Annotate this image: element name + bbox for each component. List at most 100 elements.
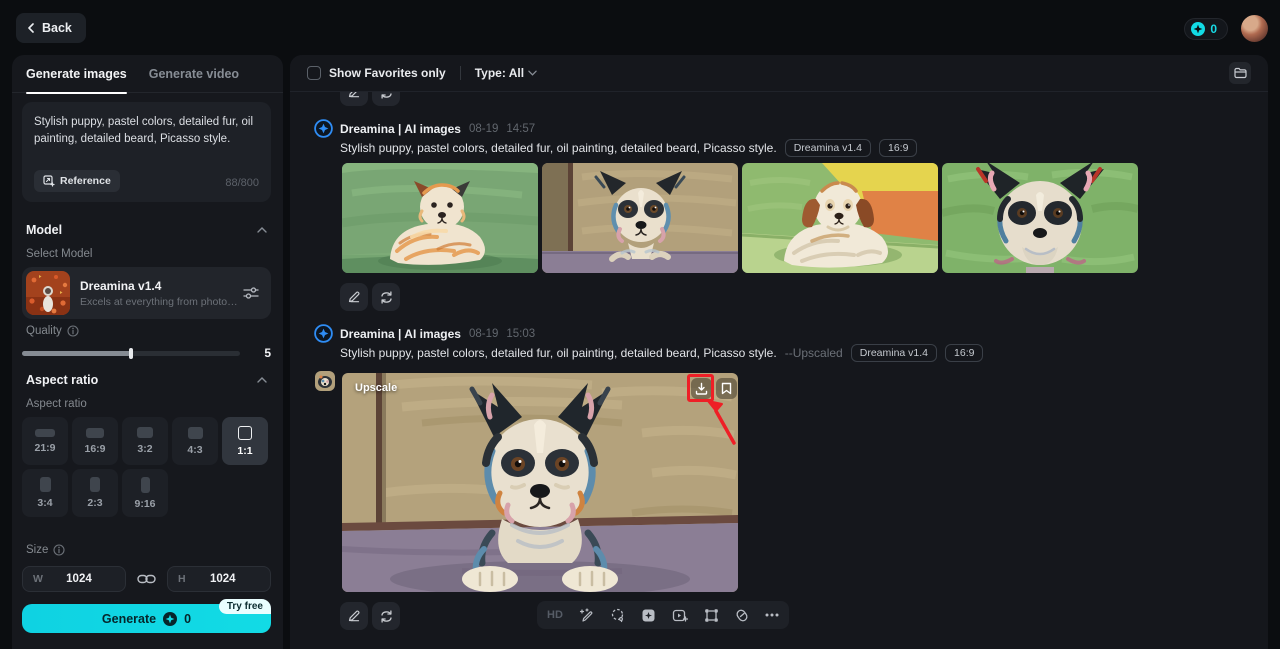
link-icon[interactable] — [126, 572, 167, 586]
ratio-3-4[interactable]: 3:4 — [22, 469, 68, 517]
quality-slider[interactable] — [22, 347, 240, 359]
upscale-overlay-label: Upscale — [355, 382, 398, 394]
attach-button[interactable] — [735, 608, 749, 623]
info-icon[interactable] — [53, 544, 65, 556]
entry-2-header: Dreamina | AI images 08-19 15:03 — [340, 327, 535, 341]
upscaled-image[interactable] — [342, 373, 738, 592]
favorites-label: Show Favorites only — [329, 66, 446, 80]
height-label: H — [178, 573, 186, 585]
bookmark-icon — [721, 382, 732, 395]
select-model-label: Select Model — [26, 248, 93, 260]
bookmark-button[interactable] — [716, 378, 737, 399]
more-dots-icon — [765, 613, 779, 617]
edit-pencil-icon — [348, 291, 360, 303]
quality-slider-handle[interactable] — [129, 347, 133, 359]
ratio-badge[interactable]: 16:9 — [945, 344, 984, 362]
ratio-3-2[interactable]: 3:2 — [122, 417, 168, 465]
model-badge[interactable]: Dreamina v1.4 — [850, 344, 938, 362]
type-dropdown[interactable]: Type: All — [475, 66, 537, 80]
magic-pencil-icon — [579, 607, 593, 622]
lasso-select-button[interactable] — [610, 608, 625, 623]
model-section-header: Model — [26, 223, 271, 237]
sidebar: Generate images Generate video Stylish p… — [12, 55, 283, 649]
generated-image-4[interactable] — [942, 163, 1138, 273]
paperclip-icon — [736, 609, 748, 621]
ratio-9-16[interactable]: 9:16 — [122, 469, 168, 517]
generation-feed: Dreamina | AI images 08-19 14:57 Stylish… — [290, 92, 1268, 649]
edit-pencil-icon — [348, 610, 360, 622]
retouch-button[interactable] — [579, 607, 594, 623]
entry-prompt-text: Stylish puppy, pastel colors, detailed f… — [340, 346, 777, 360]
edit-button[interactable] — [340, 283, 368, 311]
asset-panel-button[interactable] — [1229, 62, 1251, 84]
generated-image-2[interactable] — [542, 163, 738, 273]
prompt-box[interactable]: Stylish puppy, pastel colors, detailed f… — [22, 102, 271, 202]
credits-pill[interactable]: 0 — [1184, 18, 1228, 40]
tab-generate-video[interactable]: Generate video — [149, 55, 239, 93]
regenerate-button-clipped[interactable] — [372, 92, 400, 106]
prompt-text[interactable]: Stylish puppy, pastel colors, detailed f… — [34, 114, 259, 149]
entry-2-prompt-row: Stylish puppy, pastel colors, detailed f… — [340, 344, 984, 362]
edit-button-clipped[interactable] — [340, 92, 368, 106]
entry-source: Dreamina | AI images — [340, 327, 461, 341]
model-section-label: Model — [26, 223, 63, 237]
aspect-section-label: Aspect ratio — [26, 373, 99, 387]
edit-button-2[interactable] — [340, 602, 368, 630]
animate-button[interactable] — [672, 608, 688, 623]
info-icon[interactable] — [67, 325, 79, 337]
inpaint-icon — [642, 609, 655, 621]
back-button[interactable]: Back — [16, 13, 86, 43]
height-field[interactable]: H 1024 — [167, 566, 271, 592]
more-button[interactable] — [765, 613, 779, 617]
reference-button[interactable]: Reference — [34, 170, 120, 192]
model-thumbnail — [26, 271, 70, 315]
ratio-2-3[interactable]: 2:3 — [72, 469, 118, 517]
entry-source: Dreamina | AI images — [340, 122, 461, 136]
dreamina-logo-icon — [314, 119, 333, 138]
crop-expand-button[interactable] — [704, 608, 719, 623]
model-card[interactable]: Dreamina v1.4 Excels at everything from … — [22, 267, 271, 319]
coin-icon — [163, 611, 178, 626]
entry-1-header: Dreamina | AI images 08-19 14:57 — [340, 122, 535, 136]
entry-1-images — [342, 163, 1138, 273]
model-description: Excels at everything from photorealis... — [80, 295, 240, 308]
quality-slider-row: 5 — [22, 345, 271, 361]
hd-button[interactable]: HD — [547, 609, 563, 621]
chevron-up-icon[interactable] — [257, 227, 267, 233]
tab-generate-images[interactable]: Generate images — [26, 55, 127, 94]
chevron-up-icon[interactable] — [257, 377, 267, 383]
inpaint-button[interactable] — [641, 608, 656, 623]
animate-icon — [672, 609, 688, 622]
generate-button[interactable]: Generate 0 Try free — [22, 599, 271, 633]
favorites-checkbox[interactable] — [307, 66, 321, 80]
source-thumbnail[interactable] — [315, 371, 335, 391]
model-info: Dreamina v1.4 Excels at everything from … — [70, 279, 243, 308]
coin-icon — [1191, 22, 1206, 36]
reference-label: Reference — [60, 175, 111, 187]
download-button[interactable] — [691, 378, 712, 399]
ratio-4-3[interactable]: 4:3 — [172, 417, 218, 465]
ratio-badge[interactable]: 16:9 — [878, 139, 918, 157]
upscaled-image-wrap: Upscale — [342, 373, 738, 592]
width-field[interactable]: W 1024 — [22, 566, 126, 592]
ratio-16-9[interactable]: 16:9 — [72, 417, 118, 465]
avatar[interactable] — [1241, 15, 1268, 42]
ratio-21-9[interactable]: 21:9 — [22, 417, 68, 465]
generated-image-1[interactable] — [342, 163, 538, 273]
aspect-section-header: Aspect ratio — [26, 373, 271, 387]
back-label: Back — [42, 21, 72, 35]
ratio-1-1[interactable]: 1:1 — [222, 417, 268, 465]
download-icon — [695, 382, 708, 395]
regenerate-button-2[interactable] — [372, 602, 400, 630]
quality-value: 5 — [264, 346, 271, 360]
generated-image-3[interactable] — [742, 163, 938, 273]
generate-cost: 0 — [184, 611, 192, 626]
regenerate-button[interactable] — [372, 283, 400, 311]
model-badge[interactable]: Dreamina v1.4 — [784, 139, 871, 157]
chevron-left-icon — [28, 23, 34, 33]
try-free-badge: Try free — [218, 599, 271, 614]
width-label: W — [33, 573, 43, 585]
regenerate-icon — [380, 92, 392, 99]
sliders-icon[interactable] — [243, 286, 259, 300]
lasso-icon — [611, 608, 624, 622]
